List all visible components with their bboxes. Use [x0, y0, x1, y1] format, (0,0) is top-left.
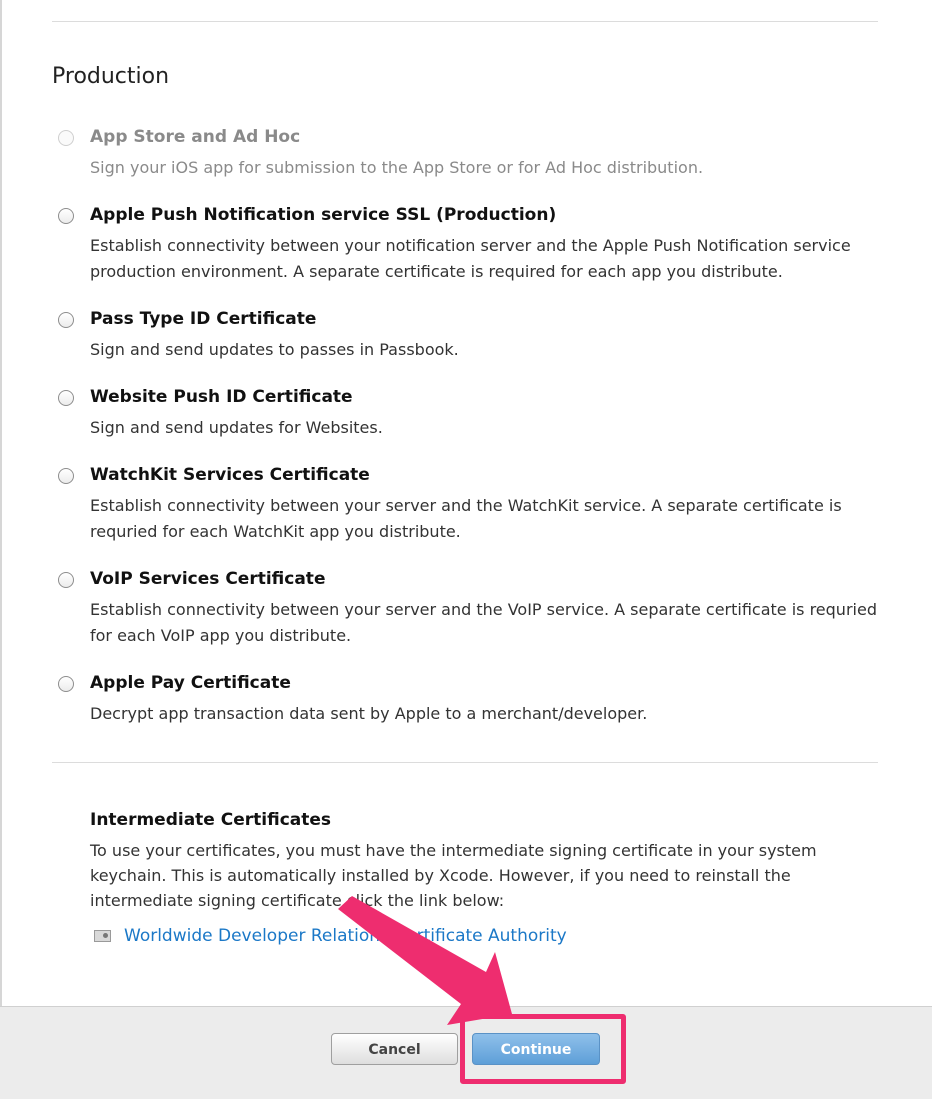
- certificate-icon: [94, 930, 111, 942]
- option-description: Decrypt app transaction data sent by App…: [90, 704, 648, 723]
- radio-apple-pay[interactable]: [58, 676, 74, 692]
- option-description: Sign and send updates for Websites.: [90, 418, 383, 437]
- continue-button[interactable]: Continue: [472, 1033, 600, 1065]
- radio-pass-type-id[interactable]: [58, 312, 74, 328]
- option-description: Sign and send updates to passes in Passb…: [90, 340, 459, 359]
- radio-voip-services[interactable]: [58, 572, 74, 588]
- option-title: VoIP Services Certificate: [90, 569, 326, 589]
- option-title: Website Push ID Certificate: [90, 387, 353, 407]
- option-description: Establish connectivity between your serv…: [90, 600, 877, 645]
- section-divider: [52, 762, 878, 763]
- radio-website-push-id[interactable]: [58, 390, 74, 406]
- radio-apns-production[interactable]: [58, 208, 74, 224]
- radio-app-store-ad-hoc: [58, 130, 74, 146]
- option-description: Establish connectivity between your serv…: [90, 496, 842, 541]
- wwdr-certificate-link[interactable]: Worldwide Developer Relations Certificat…: [124, 926, 567, 946]
- intermediate-certificates-description: To use your certificates, you must have …: [90, 841, 817, 910]
- window-left-edge: [0, 0, 2, 1010]
- option-title: Apple Push Notification service SSL (Pro…: [90, 205, 557, 225]
- option-title: App Store and Ad Hoc: [90, 127, 301, 147]
- option-description: Sign your iOS app for submission to the …: [90, 158, 704, 177]
- top-divider: [52, 21, 878, 22]
- radio-watchkit-services[interactable]: [58, 468, 74, 484]
- option-title: Pass Type ID Certificate: [90, 309, 317, 329]
- option-title: Apple Pay Certificate: [90, 673, 291, 693]
- option-title: WatchKit Services Certificate: [90, 465, 370, 485]
- option-description: Establish connectivity between your noti…: [90, 236, 851, 281]
- production-heading: Production: [52, 64, 170, 89]
- cancel-button[interactable]: Cancel: [331, 1033, 458, 1065]
- intermediate-certificates-heading: Intermediate Certificates: [90, 810, 332, 830]
- dialog-footer: [0, 1006, 932, 1099]
